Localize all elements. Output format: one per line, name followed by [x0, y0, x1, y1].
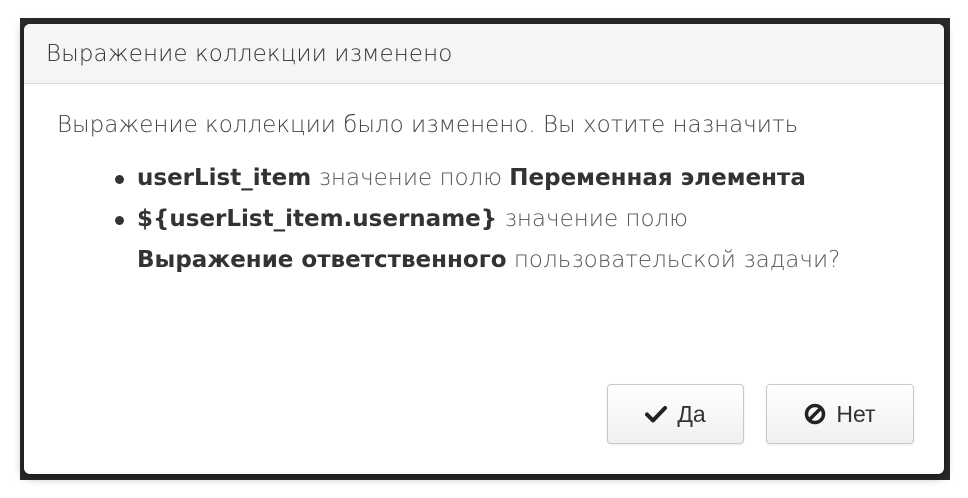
- item-value: userList_item: [137, 165, 312, 191]
- check-icon: [645, 405, 668, 423]
- item-value: ${userList_item.username}: [137, 206, 498, 232]
- no-button[interactable]: Нет: [766, 384, 914, 444]
- item-text-tail: пользовательской задачи?: [506, 247, 841, 273]
- dialog-title: Выражение коллекции изменено: [46, 40, 453, 67]
- dialog-header: Выражение коллекции изменено: [24, 24, 944, 84]
- yes-button-label: Да: [677, 400, 706, 427]
- item-text: значение полю: [311, 165, 510, 191]
- list-item: ${userList_item.username} значение полю …: [115, 199, 914, 281]
- no-button-label: Нет: [836, 400, 876, 427]
- dialog-body: Выражение коллекции было изменено. Вы хо…: [24, 84, 944, 281]
- dialog-footer: Да Нет: [607, 384, 914, 444]
- ban-icon: [804, 403, 826, 425]
- assignment-list: userList_item значение полю Переменная э…: [57, 158, 914, 281]
- dialog-intro-text: Выражение коллекции было изменено. Вы хо…: [57, 112, 799, 138]
- confirm-dialog: Выражение коллекции изменено Выражение к…: [24, 24, 944, 474]
- item-text: значение полю: [497, 206, 688, 232]
- yes-button[interactable]: Да: [607, 384, 744, 444]
- item-field: Выражение ответственного: [137, 247, 507, 273]
- item-field: Переменная элемента: [509, 165, 806, 191]
- list-item: userList_item значение полю Переменная э…: [115, 158, 914, 199]
